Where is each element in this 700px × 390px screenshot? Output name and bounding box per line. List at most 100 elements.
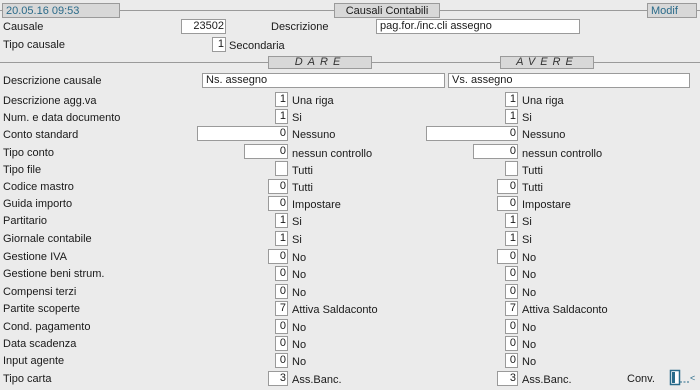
avere-cond-pagamento-desc: No	[522, 322, 537, 334]
dare-partitario-desc: Si	[292, 216, 302, 228]
avere-num-data-documento-desc: Si	[522, 112, 532, 124]
row-label-codice-mastro: Codice mastro	[3, 181, 74, 193]
dare-gestione-iva-input[interactable]: 0	[268, 249, 288, 264]
row-label-tipo-carta: Tipo carta	[3, 373, 52, 385]
dare-guida-importo-input[interactable]: 0	[268, 196, 288, 211]
row-label-tipo-conto: Tipo conto	[3, 147, 54, 159]
avere-num-data-documento-input[interactable]: 1	[505, 109, 518, 124]
dare-cond-pagamento-desc: No	[292, 322, 307, 334]
row-label-tipo-file: Tipo file	[3, 164, 42, 176]
dare-gestione-beni-strum-input[interactable]: 0	[275, 266, 288, 281]
avere-tipo-file-desc: Tutti	[522, 165, 543, 177]
dare-tipo-carta-desc: Ass.Banc.	[292, 374, 342, 386]
avere-codice-mastro-input[interactable]: 0	[497, 179, 518, 194]
avere-tipo-conto-desc: nessun controllo	[522, 148, 603, 160]
dare-input-agente-desc: No	[292, 356, 307, 368]
avere-tipo-file-input[interactable]	[505, 161, 518, 176]
avere-descrizione-agg-desc: Una riga	[522, 95, 564, 107]
avere-partite-scoperte-desc: Attiva Saldaconto	[522, 304, 608, 316]
avere-descrizione-agg-input[interactable]: 1	[505, 92, 518, 107]
dare-num-data-documento-desc: Si	[292, 112, 302, 124]
datetime-display: 20.05.16 09:53	[2, 3, 120, 18]
row-label-conto-standard: Conto standard	[3, 129, 79, 141]
row-label-giornale-contabile: Giornale contabile	[3, 233, 92, 245]
mode-indicator[interactable]: Modif	[647, 3, 697, 18]
dare-compensi-terzi-desc: No	[292, 287, 307, 299]
dare-partitario-input[interactable]: 1	[275, 213, 288, 228]
avere-data-scadenza-input[interactable]: 0	[505, 336, 518, 351]
conversion-icon[interactable]: <	[669, 369, 697, 386]
dare-gestione-iva-desc: No	[292, 252, 307, 264]
avere-input-agente-input[interactable]: 0	[505, 353, 518, 368]
row-label-gestione-beni-strum: Gestione beni strum.	[3, 268, 105, 280]
row-label-cond-pagamento: Cond. pagamento	[3, 321, 91, 333]
avere-guida-importo-desc: Impostare	[522, 199, 571, 211]
dare-descrizione-agg-desc: Una riga	[292, 95, 334, 107]
dare-partite-scoperte-desc: Attiva Saldaconto	[292, 304, 378, 316]
avere-giornale-contabile-desc: Si	[522, 234, 532, 246]
row-label-descrizione-agg: Descrizione agg.va	[3, 95, 97, 107]
row-label-num-data-documento: Num. e data documento	[3, 112, 121, 124]
descrizione-input[interactable]: pag.for./inc.cli assegno	[376, 19, 580, 34]
dare-conto-standard-desc: Nessuno	[292, 129, 336, 141]
avere-compensi-terzi-input[interactable]: 0	[505, 284, 518, 299]
avere-gestione-iva-input[interactable]: 0	[497, 249, 518, 264]
window-title: Causali Contabili	[334, 3, 440, 18]
avere-descrizione-causale-input[interactable]: Vs. assegno	[448, 73, 690, 88]
avere-cond-pagamento-input[interactable]: 0	[505, 319, 518, 334]
dare-giornale-contabile-input[interactable]: 1	[275, 231, 288, 246]
dare-descrizione-causale-input[interactable]: Ns. assegno	[202, 73, 445, 88]
avere-section-header: AVERE	[500, 56, 594, 69]
row-label-compensi-terzi: Compensi terzi	[3, 286, 77, 298]
avere-tipo-conto-input[interactable]: 0	[473, 144, 518, 159]
dare-tipo-conto-desc: nessun controllo	[292, 148, 373, 160]
dare-tipo-conto-input[interactable]: 0	[244, 144, 288, 159]
dare-tipo-file-input[interactable]	[275, 161, 288, 176]
row-label-descrizione-causale: Descrizione causale	[3, 75, 102, 87]
avere-tipo-carta-desc: Ass.Banc.	[522, 374, 572, 386]
avere-partitario-desc: Si	[522, 216, 532, 228]
dare-descrizione-agg-input[interactable]: 1	[275, 92, 288, 107]
dare-partite-scoperte-input[interactable]: 7	[275, 301, 288, 316]
row-label-gestione-iva: Gestione IVA	[3, 251, 67, 263]
avere-giornale-contabile-input[interactable]: 1	[505, 231, 518, 246]
avere-data-scadenza-desc: No	[522, 339, 537, 351]
tipo-causale-input[interactable]: 1	[212, 37, 226, 52]
dare-input-agente-input[interactable]: 0	[275, 353, 288, 368]
dare-tipo-file-desc: Tutti	[292, 165, 313, 177]
dare-data-scadenza-input[interactable]: 0	[275, 336, 288, 351]
descrizione-label: Descrizione	[271, 21, 329, 33]
dare-compensi-terzi-input[interactable]: 0	[275, 284, 288, 299]
avere-partite-scoperte-input[interactable]: 7	[505, 301, 518, 316]
dare-codice-mastro-input[interactable]: 0	[268, 179, 288, 194]
dare-section-header: DARE	[268, 56, 372, 69]
row-label-input-agente: Input agente	[3, 355, 65, 367]
svg-text:<: <	[690, 373, 695, 383]
avere-guida-importo-input[interactable]: 0	[497, 196, 518, 211]
row-label-partite-scoperte: Partite scoperte	[3, 303, 81, 315]
causale-input[interactable]: 23502	[181, 19, 226, 34]
avere-codice-mastro-desc: Tutti	[522, 182, 543, 194]
causale-label: Causale	[3, 21, 44, 33]
row-label-guida-importo: Guida importo	[3, 198, 73, 210]
dare-conto-standard-input[interactable]: 0	[197, 126, 288, 141]
avere-input-agente-desc: No	[522, 356, 537, 368]
avere-conto-standard-desc: Nessuno	[522, 129, 566, 141]
tipo-causale-desc: Secondaria	[229, 40, 285, 52]
avere-gestione-iva-desc: No	[522, 252, 537, 264]
dare-data-scadenza-desc: No	[292, 339, 307, 351]
tipo-causale-label: Tipo causale	[3, 39, 65, 51]
dare-num-data-documento-input[interactable]: 1	[275, 109, 288, 124]
avere-conto-standard-input[interactable]: 0	[426, 126, 518, 141]
avere-partitario-input[interactable]: 1	[505, 213, 518, 228]
dare-guida-importo-desc: Impostare	[292, 199, 341, 211]
row-label-data-scadenza: Data scadenza	[3, 338, 77, 350]
dare-cond-pagamento-input[interactable]: 0	[275, 319, 288, 334]
avere-gestione-beni-strum-input[interactable]: 0	[505, 266, 518, 281]
avere-gestione-beni-strum-desc: No	[522, 269, 537, 281]
dare-giornale-contabile-desc: Si	[292, 234, 302, 246]
avere-compensi-terzi-desc: No	[522, 287, 537, 299]
avere-tipo-carta-input[interactable]: 3	[497, 371, 518, 386]
dare-tipo-carta-input[interactable]: 3	[268, 371, 288, 386]
dare-gestione-beni-strum-desc: No	[292, 269, 307, 281]
